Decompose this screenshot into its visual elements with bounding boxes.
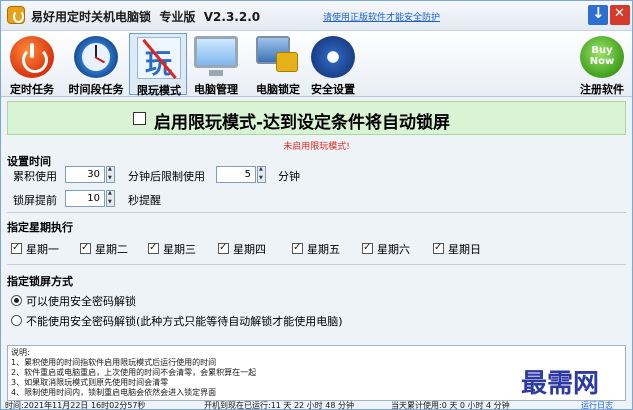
weekday-checkbox-sat[interactable] [362,242,373,254]
no-password-unlock-label: 不能使用安全密码解锁(此种方式只能等待自动解锁才能使用电脑) [26,315,343,328]
limit-label: 分钟后限制使用 [128,170,205,183]
tab-pc-management[interactable]: 电脑管理 [187,33,245,96]
tab-register[interactable]: 注册软件 [573,33,631,96]
advance-spinner[interactable] [106,190,115,207]
uptime-text: 开机到现在已运行:11 天 22 小时 48 分钟 [204,401,354,410]
current-time: 时间:2021年11月22日 16时02分57秒 [5,401,146,410]
tab-label: 定时任务 [10,83,54,96]
play-limit-status: 未启用限玩模式! [283,142,350,152]
game-limit-icon [137,37,181,81]
tab-security[interactable]: 安全设置 [304,33,362,96]
advance-seconds-input[interactable]: 10 [65,190,105,207]
tab-play-limit[interactable]: 限玩模式 [129,33,187,97]
divider [7,212,626,213]
notes-line: 4、限制使用时间内，锁制重启电脑会依然会进入锁定界面 [11,388,217,397]
close-button[interactable] [610,5,630,25]
tab-label: 电脑管理 [194,83,238,96]
limit-spinner[interactable] [257,166,266,183]
limit-unit: 分钟 [278,170,300,183]
enable-play-limit-banner: 启用限玩模式-达到设定条件将自动锁屏 [7,101,626,135]
enable-play-limit-label[interactable]: 启用限玩模式-达到设定条件将自动锁屏 [154,108,450,133]
lock-icon [256,36,298,72]
today-usage-text: 当天累计使用:0 天 0 小时 4 分钟 [391,401,510,410]
advance-unit: 秒提醒 [128,194,161,207]
tab-period-task[interactable]: 时间段任务 [67,33,125,96]
weekday-label-sun: 星期日 [448,243,481,256]
tab-label: 安全设置 [311,83,355,96]
status-bar: 时间:2021年11月22日 16时02分57秒 开机到现在已运行:11 天 2… [1,401,632,410]
weekday-checkbox-tue[interactable] [80,242,91,254]
weekday-checkbox-wed[interactable] [148,242,159,254]
tab-pc-lock[interactable]: 电脑锁定 [249,33,307,96]
genuine-software-link[interactable]: 请使用正版软件才能安全防护 [323,10,440,23]
weekday-label-mon: 星期一 [26,243,59,256]
tab-scheduled-task[interactable]: 定时任务 [3,33,61,96]
app-logo-icon [7,6,25,24]
weekday-label-sat: 星期六 [377,243,410,256]
weekday-checkbox-thu[interactable] [218,242,229,254]
power-icon [10,36,54,78]
accumulate-label: 累积使用 [13,170,57,183]
weekday-checkbox-sun[interactable] [433,242,444,254]
unlock-with-password-radio[interactable] [11,295,22,306]
app-window: 易好用定时关机电脑锁 专业版 V2.3.2.0 请使用正版软件才能安全防护 定时… [0,0,633,410]
tab-label: 时间段任务 [68,83,124,96]
tab-label: 注册软件 [580,83,624,96]
watermark-text: 最需网 [521,369,600,399]
time-settings-title: 设置时间 [7,155,51,168]
window-title: 易好用定时关机电脑锁 专业版 V2.3.2.0 [31,10,261,24]
main-toolbar: 定时任务 时间段任务 限玩模式 电脑管理 电脑锁定 安全设置 注册软件 [1,31,632,97]
monitor-icon [194,36,238,76]
unlock-with-password-label: 可以使用安全密码解锁 [26,295,136,308]
enable-play-limit-checkbox[interactable] [133,112,146,125]
lock-method-title: 指定锁屏方式 [7,275,73,288]
weekdays-title: 指定星期执行 [7,221,73,234]
weekday-checkbox-fri[interactable] [292,242,303,254]
divider [7,264,626,265]
accumulate-minutes-input[interactable]: 30 [65,166,105,183]
gear-icon [311,36,355,78]
advance-label: 锁屏提前 [13,194,57,207]
limit-minutes-input[interactable]: 5 [216,166,256,183]
run-log-link[interactable]: 运行日志 [581,401,613,410]
title-bar: 易好用定时关机电脑锁 专业版 V2.3.2.0 请使用正版软件才能安全防护 [1,1,632,31]
weekday-label-tue: 星期二 [95,243,128,256]
accumulate-spinner[interactable] [106,166,115,183]
clock-icon [74,36,118,78]
weekday-label-fri: 星期五 [307,243,340,256]
minimize-to-tray-button[interactable] [588,4,608,25]
no-password-unlock-radio[interactable] [11,315,22,326]
weekday-label-thu: 星期四 [233,243,266,256]
buy-now-icon [580,36,624,78]
weekday-checkbox-mon[interactable] [11,242,22,254]
weekday-label-wed: 星期三 [163,243,196,256]
